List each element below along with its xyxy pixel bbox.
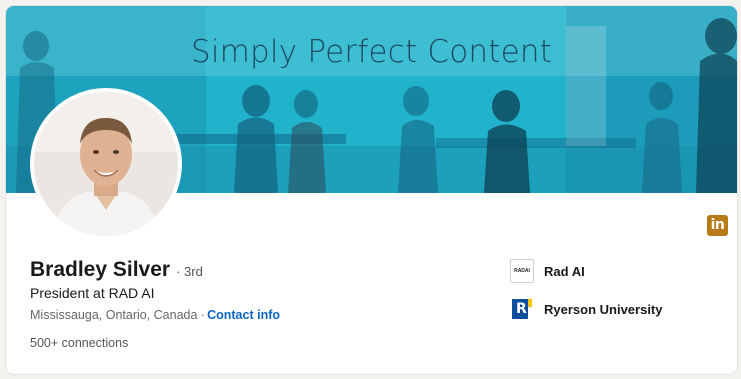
connections-count[interactable]: 500+ connections bbox=[30, 336, 128, 350]
connection-degree: · 3rd bbox=[176, 264, 203, 279]
contact-info-link[interactable]: Contact info bbox=[207, 308, 280, 322]
profile-headline: President at RAD AI bbox=[30, 285, 155, 301]
person-portrait-image bbox=[34, 92, 178, 236]
org-item-rad-ai[interactable]: RADAI Rad AI bbox=[510, 259, 585, 283]
ryerson-logo-icon: R bbox=[510, 297, 534, 321]
org-name: Rad AI bbox=[544, 263, 585, 279]
ryerson-logo-text: R bbox=[516, 301, 527, 317]
profile-location: Mississauga, Ontario, Canada · bbox=[30, 308, 206, 322]
org-name: Ryerson University bbox=[544, 301, 663, 317]
location-row: Mississauga, Ontario, Canada · Contact i… bbox=[30, 308, 280, 322]
banner-title: Simply Perfect Content bbox=[190, 34, 553, 70]
profile-photo[interactable] bbox=[30, 88, 182, 240]
org-item-ryerson[interactable]: R Ryerson University bbox=[510, 297, 663, 321]
name-row: Bradley Silver · 3rd bbox=[30, 258, 203, 282]
profile-card: Simply Perfect Content in Bradley Silver… bbox=[6, 6, 737, 374]
rad-ai-logo-icon: RADAI bbox=[510, 259, 534, 283]
rad-ai-logo-text: RADAI bbox=[514, 268, 530, 274]
linkedin-icon[interactable]: in bbox=[707, 215, 728, 236]
profile-name: Bradley Silver bbox=[30, 258, 171, 281]
